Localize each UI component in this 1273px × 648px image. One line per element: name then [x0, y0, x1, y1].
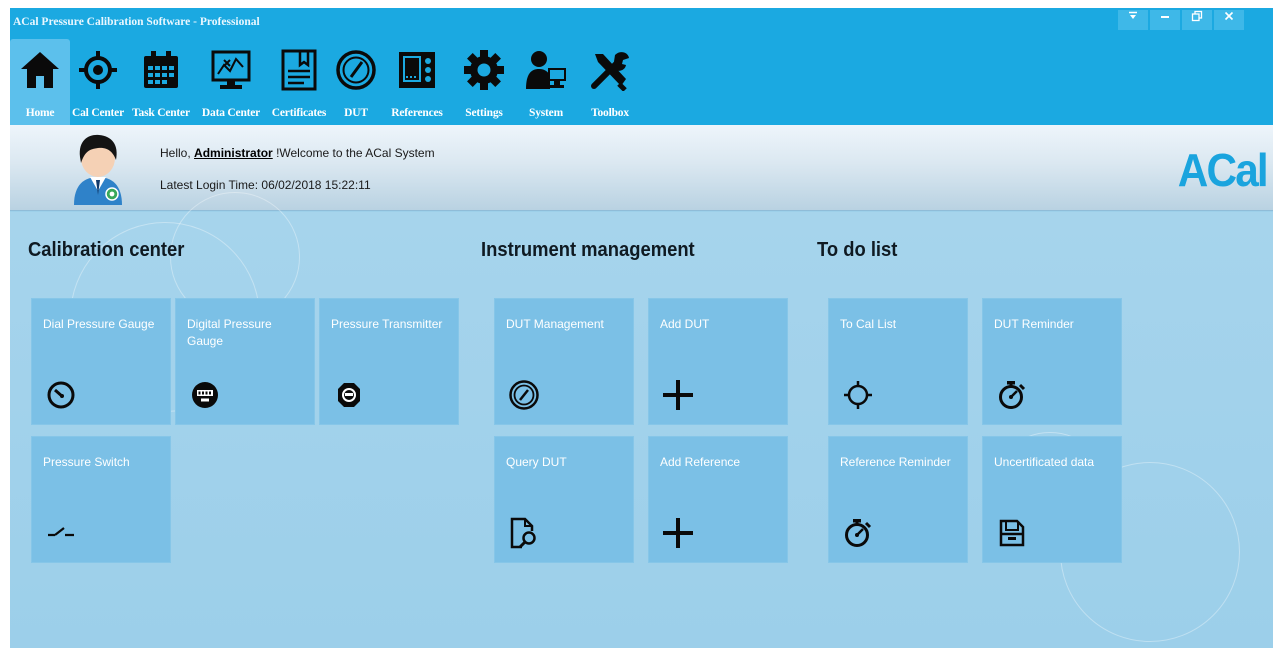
section-title-instrument: Instrument management: [481, 239, 695, 261]
username-link[interactable]: Administrator: [194, 146, 273, 160]
tile-dut-management[interactable]: DUT Management: [494, 298, 634, 425]
gauge-icon: [334, 48, 378, 92]
tile-label: DUT Management: [506, 317, 604, 331]
crosshair-icon: [76, 48, 120, 92]
home-icon: [18, 48, 62, 92]
close-button[interactable]: [1214, 10, 1244, 30]
plus-icon: [661, 516, 695, 550]
tile-add-reference[interactable]: Add Reference: [648, 436, 788, 563]
plus-icon: [661, 378, 695, 412]
login-time-label: Latest Login Time:: [160, 178, 259, 192]
tile-label: Add Reference: [660, 455, 741, 469]
nav-label: Home: [25, 107, 55, 119]
tile-label: Pressure Switch: [43, 455, 130, 469]
tile-uncertificated-data[interactable]: Uncertificated data: [982, 436, 1122, 563]
nav-toolbox[interactable]: Toolbox: [578, 39, 642, 125]
chart-monitor-icon: [209, 48, 253, 92]
ribbon: ACal Pressure Calibration Software - Pro…: [10, 8, 1273, 125]
restore-button[interactable]: [1182, 10, 1212, 30]
user-avatar-icon: [74, 134, 122, 205]
nav-settings[interactable]: Settings: [454, 39, 514, 125]
tile-digital-pressure-gauge[interactable]: Digital Pressure Gauge: [175, 298, 315, 425]
nav-label: DUT: [344, 107, 368, 119]
gauge-icon: [507, 378, 541, 412]
digital-gauge-icon: [188, 378, 222, 412]
tile-label: Dial Pressure Gauge: [43, 317, 155, 331]
tile-add-dut[interactable]: Add DUT: [648, 298, 788, 425]
brand-logo: ACal: [1177, 144, 1269, 196]
nav-label: Certificates: [271, 107, 327, 119]
minimize-icon: [1161, 16, 1169, 18]
gear-icon: [462, 48, 506, 92]
archive-box-icon: [995, 516, 1029, 550]
tile-label: Query DUT: [506, 455, 567, 469]
dashboard: Calibration center Dial Pressure Gauge D…: [10, 192, 1273, 648]
login-time: Latest Login Time: 06/02/2018 15:22:11: [160, 178, 371, 192]
nav-data-center[interactable]: Data Center: [196, 39, 266, 125]
certificate-icon: [277, 48, 321, 92]
nav-label: Data Center: [201, 107, 261, 119]
nav-system[interactable]: System: [514, 39, 578, 125]
app-window: ACal Pressure Calibration Software - Pro…: [10, 8, 1273, 648]
nav-label: Toolbox: [591, 107, 629, 119]
tile-query-dut[interactable]: Query DUT: [494, 436, 634, 563]
greeting-hello: Hello,: [160, 146, 191, 160]
tile-label: Add DUT: [660, 317, 710, 331]
nav-cal-center[interactable]: Cal Center: [70, 39, 126, 125]
tile-pressure-switch[interactable]: Pressure Switch: [31, 436, 171, 563]
calendar-icon: [139, 48, 183, 92]
greeting: Hello, Administrator !Welcome to the ACa…: [160, 146, 435, 160]
minimize-button[interactable]: [1150, 10, 1180, 30]
dial-gauge-icon: [44, 378, 78, 412]
tile-to-cal-list[interactable]: To Cal List: [828, 298, 968, 425]
nav-references[interactable]: References: [380, 39, 454, 125]
tile-label: Digital Pressure Gauge: [187, 317, 272, 348]
nav-label: References: [391, 107, 443, 119]
tile-label: DUT Reminder: [994, 317, 1074, 331]
tile-dial-pressure-gauge[interactable]: Dial Pressure Gauge: [31, 298, 171, 425]
nav-task-center[interactable]: Task Center: [126, 39, 196, 125]
switch-icon: [44, 516, 78, 550]
tile-dut-reminder[interactable]: DUT Reminder: [982, 298, 1122, 425]
section-title-calibration: Calibration center: [28, 239, 185, 261]
transmitter-icon: [332, 378, 366, 412]
nav-label: Settings: [465, 107, 503, 119]
dropdown-icon: [1129, 11, 1137, 19]
stopwatch-icon: [995, 378, 1029, 412]
document-search-icon: [507, 516, 541, 550]
nav-certificates[interactable]: Certificates: [266, 39, 332, 125]
reference-device-icon: [395, 48, 439, 92]
tools-icon: [588, 48, 632, 92]
tile-label: To Cal List: [840, 317, 897, 331]
login-time-value: 06/02/2018 15:22:11: [261, 178, 371, 192]
restore-icon: [1191, 10, 1203, 22]
avatar: [68, 133, 128, 205]
tile-label: Pressure Transmitter: [331, 317, 443, 331]
greeting-message: !Welcome to the ACal System: [276, 146, 435, 160]
window-menu-button[interactable]: [1118, 10, 1148, 30]
nav-label: Task Center: [132, 107, 190, 119]
stopwatch-icon: [841, 516, 875, 550]
section-title-todo: To do list: [817, 239, 898, 261]
nav-label: Cal Center: [72, 107, 124, 119]
crosshair-icon: [841, 378, 875, 412]
main-navigation: Home Cal Center Task Center Data Center …: [10, 39, 642, 125]
tile-pressure-transmitter[interactable]: Pressure Transmitter: [319, 298, 459, 425]
nav-dut[interactable]: DUT: [332, 39, 380, 125]
nav-label: System: [529, 107, 563, 119]
nav-home[interactable]: Home: [10, 39, 70, 125]
tile-label: Uncertificated data: [994, 455, 1095, 469]
window-title: ACal Pressure Calibration Software - Pro…: [13, 16, 260, 28]
tile-reference-reminder[interactable]: Reference Reminder: [828, 436, 968, 563]
user-computer-icon: [524, 48, 568, 92]
close-icon: [1224, 11, 1234, 21]
welcome-bar: Hello, Administrator !Welcome to the ACa…: [10, 125, 1273, 211]
tile-label: Reference Reminder: [840, 455, 951, 469]
